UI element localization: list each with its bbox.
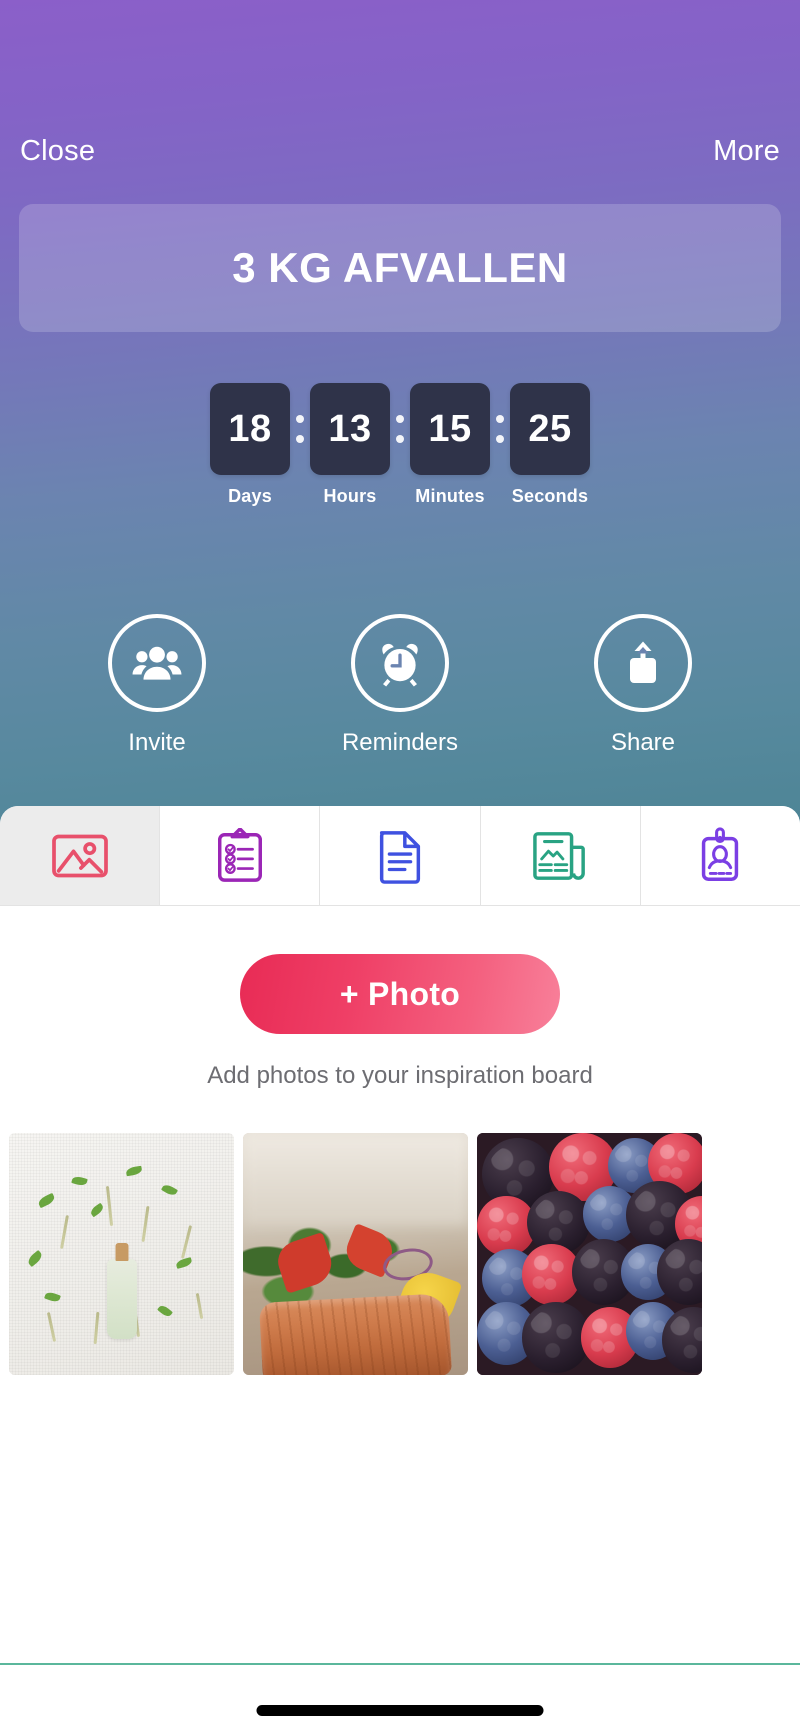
reminders-circle bbox=[350, 614, 449, 712]
countdown-unit-minutes: 15 Minutes bbox=[400, 383, 500, 507]
alarm-clock-icon bbox=[382, 643, 418, 687]
goal-title-card[interactable]: 3 KG AFVALLEN bbox=[19, 204, 781, 332]
hero-action-row: Invite Reminders Share bbox=[0, 614, 800, 757]
invite-label: Invite bbox=[128, 729, 186, 756]
countdown-label-days: Days bbox=[228, 486, 272, 506]
countdown-label-seconds: Seconds bbox=[511, 486, 589, 506]
countdown-box: 15 bbox=[410, 383, 490, 475]
gradient-hero: Close More 3 KG AFVALLEN 18 Days 13 Hour… bbox=[0, 0, 800, 898]
share-button[interactable]: Share bbox=[594, 614, 692, 757]
countdown-value-days: 18 bbox=[228, 407, 272, 450]
countdown-unit-days: 18 Days bbox=[200, 383, 300, 507]
app-screen: Close More 3 KG AFVALLEN 18 Days 13 Hour… bbox=[0, 0, 800, 1731]
page-title: 3 KG AFVALLEN bbox=[232, 244, 568, 291]
countdown-box: 13 bbox=[310, 383, 390, 475]
invite-button[interactable]: Invite bbox=[107, 614, 206, 757]
image-icon bbox=[51, 834, 108, 877]
clipboard-checklist-icon bbox=[217, 827, 262, 882]
share-circle bbox=[594, 614, 692, 712]
tab-notes[interactable] bbox=[320, 806, 481, 905]
more-button[interactable]: More bbox=[713, 135, 780, 168]
bottle-shape bbox=[106, 1258, 137, 1339]
content-type-tabbar bbox=[0, 806, 800, 906]
tab-photos[interactable] bbox=[0, 806, 161, 905]
document-icon bbox=[379, 830, 421, 884]
countdown-label-minutes: Minutes bbox=[415, 486, 485, 506]
hero-navbar: Close More bbox=[0, 128, 800, 174]
countdown-value-seconds: 25 bbox=[528, 407, 572, 450]
photo-thumbnail[interactable] bbox=[9, 1133, 234, 1375]
photo-thumbnail[interactable] bbox=[477, 1133, 702, 1375]
content-sheet: + Photo Add photos to your inspiration b… bbox=[0, 806, 800, 1731]
reminders-button[interactable]: Reminders bbox=[342, 614, 458, 757]
countdown-unit-hours: 13 Hours bbox=[300, 383, 400, 507]
home-indicator[interactable] bbox=[256, 1705, 544, 1716]
tab-profile[interactable] bbox=[640, 806, 800, 905]
people-icon bbox=[132, 646, 182, 680]
countdown-box: 18 bbox=[210, 383, 290, 475]
countdown-value-minutes: 15 bbox=[428, 407, 472, 450]
tab-articles[interactable] bbox=[480, 806, 641, 905]
countdown-value-hours: 13 bbox=[328, 407, 372, 450]
close-button[interactable]: Close bbox=[20, 135, 95, 168]
share-label: Share bbox=[610, 729, 676, 756]
id-badge-icon bbox=[702, 826, 739, 881]
tab-checklist[interactable] bbox=[160, 806, 321, 905]
share-upload-icon bbox=[630, 641, 656, 683]
add-photo-row: + Photo bbox=[0, 954, 800, 1034]
countdown-unit-seconds: 25 Seconds bbox=[500, 383, 600, 507]
invite-circle bbox=[107, 614, 206, 712]
reminders-label: Reminders bbox=[341, 729, 459, 756]
add-photo-hint: Add photos to your inspiration board bbox=[207, 1062, 593, 1089]
photo-thumbnail[interactable] bbox=[243, 1133, 468, 1375]
countdown-box: 25 bbox=[510, 383, 590, 475]
newspaper-icon bbox=[533, 831, 586, 880]
countdown-timer: 18 Days 13 Hours 15 Minutes 25 Seconds bbox=[0, 383, 800, 507]
countdown-label-hours: Hours bbox=[323, 486, 377, 506]
inspiration-photo-grid bbox=[0, 1133, 800, 1375]
add-photo-button[interactable]: + Photo bbox=[240, 954, 560, 1034]
bottom-divider bbox=[0, 1663, 800, 1665]
